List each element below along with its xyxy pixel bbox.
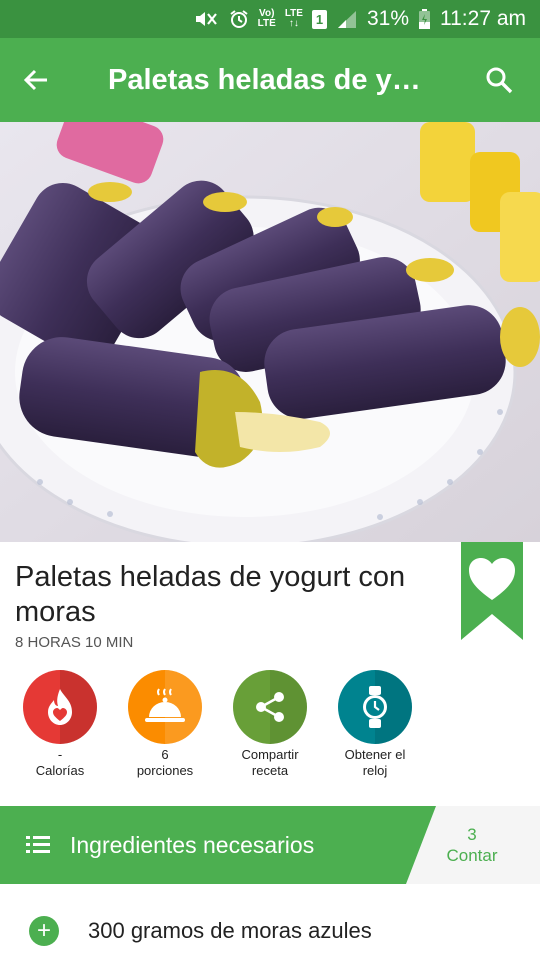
list-icon [26,836,50,853]
ingredient-text: 300 gramos de moras azules [88,918,372,943]
watch-icon [363,686,387,728]
get-watch-action[interactable]: Obtener el reloj [323,670,427,779]
share-label-line1: Compartir [241,747,299,762]
vibrate-mute-icon [194,9,220,29]
back-button[interactable] [0,38,72,122]
calories-action[interactable]: - Calorías [8,670,112,779]
recipe-actions: - Calorías 6 porciones Compartir receta … [0,670,540,790]
watch-label-line1: Obtener el [344,747,406,762]
toolbar-title: Paletas heladas de yogurt con moras [108,63,458,96]
ingredients-count-value: 3 [467,825,477,844]
recipe-time: 8 HORAS 10 MIN [15,634,134,651]
battery-percent: 31% [366,7,409,30]
recipe-photo [0,122,540,542]
lte-indicator: LTE ↑↓ [284,8,303,29]
battery-charging-icon [418,8,431,30]
ingredients-count-label: Contar [446,846,498,865]
app-toolbar: Paletas heladas de yogurt con moras [0,38,540,122]
search-button[interactable] [458,38,540,122]
status-bar: Vo) LTE LTE ↑↓ 1 31% 11:27 am [0,0,540,38]
volte-indicator: Vo) LTE [257,8,276,29]
calories-label: Calorías [35,763,85,778]
add-circle-icon[interactable]: + [29,916,59,946]
ingredients-count[interactable]: 3 Contar [430,824,514,866]
servings-label: porciones [136,763,194,778]
ingredients-header-label: Ingredientes necesarios [70,831,315,858]
serving-dish-icon [145,688,185,722]
servings-circle [128,670,202,744]
share-icon [256,692,284,722]
share-recipe-action[interactable]: Compartir receta [218,670,322,779]
calories-value: - [57,747,63,762]
servings-value: 6 [161,747,169,762]
watch-circle [338,670,412,744]
status-time: 11:27 am [440,7,526,30]
ingredient-item: + 300 gramos de moras azules [0,900,540,960]
recipe-screen: Vo) LTE LTE ↑↓ 1 31% 11:27 am Paletas he… [0,0,540,960]
calories-flame-icon [48,689,72,725]
recipe-title: Paletas heladas de yogurt con moras [15,561,406,628]
ingredients-header[interactable]: Ingredientes necesarios 3 Contar [0,806,540,884]
share-circle [233,670,307,744]
servings-action[interactable]: 6 porciones [113,670,217,779]
favorite-bookmark-button[interactable] [461,542,523,640]
heart-bookmark-icon [461,542,523,640]
search-icon [486,67,513,94]
sim-icon: 1 [311,9,327,29]
arrow-back-icon [23,69,47,91]
watch-label-line2: reloj [362,763,388,778]
signal-icon [336,9,358,29]
alarm-icon [229,9,249,29]
calories-circle [23,670,97,744]
share-label-line2: receta [251,763,289,778]
